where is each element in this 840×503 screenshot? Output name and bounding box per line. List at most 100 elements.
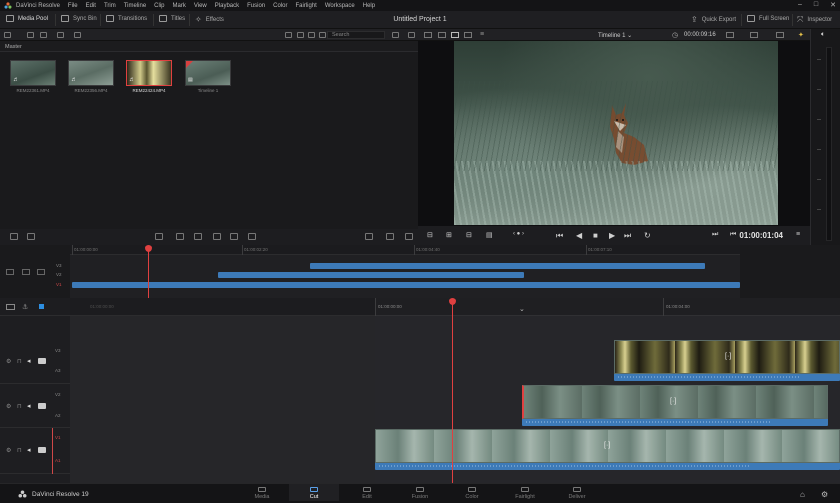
lock-icon[interactable]: ⚙ [6,403,11,410]
timeline-before-area[interactable]: 01:00:00:00 [70,298,375,483]
smart-insert-icon[interactable]: ⊞ [446,231,452,239]
menu-mark[interactable]: Mark [173,3,186,9]
transitions-button[interactable]: Transitions [106,15,147,22]
page-deliver[interactable]: Deliver [552,487,602,500]
menu-color[interactable]: Color [273,3,287,9]
mark-in-icon[interactable]: ⏭ [712,231,718,239]
page-edit[interactable]: Edit [342,487,392,500]
menu-app-name[interactable]: DaVinci Resolve [16,3,60,9]
inspector-button[interactable]: ⤧ Inspector [797,15,832,25]
close-button[interactable]: ✕ [830,1,836,9]
append-icon[interactable]: ⊟ [466,231,472,239]
overview-playhead[interactable] [148,250,149,298]
import-icon[interactable] [27,32,34,38]
zoom-full-icon[interactable] [6,269,14,275]
sort-icon[interactable] [319,32,326,38]
menu-clip[interactable]: Clip [154,3,164,9]
video-clip-v1[interactable]: [·] [375,429,840,463]
menu-help[interactable]: Help [363,3,375,9]
zoom-icon[interactable] [776,32,784,38]
tools-icon[interactable]: ⊟ [427,231,433,239]
quick-export-button[interactable]: ⇪ Quick Export [691,15,736,24]
video-clip-v3[interactable]: [·] [614,340,840,374]
stop-icon[interactable]: ■ [593,231,598,240]
timeline[interactable]: 01:00:00:00 01:00:04:00 ⌄ [·] [·] [·] [375,298,840,483]
page-media[interactable]: Media [237,487,287,500]
timeline-selector[interactable]: Timeline 1 ⌄ [598,32,632,39]
overview-timeline[interactable]: 01:00:00:00 01:00:02:20 01:00:04:40 01:0… [70,245,740,298]
scissors-icon[interactable] [10,233,18,240]
sync-bin-button[interactable]: Sync Bin [61,15,97,22]
list-view-icon[interactable] [308,32,315,38]
menu-trim[interactable]: Trim [104,3,116,9]
flag-icon[interactable] [386,233,394,240]
jog-wheel-icon[interactable]: ‹ ● › [513,231,524,237]
home-icon[interactable]: ⌂ [800,490,805,499]
bin-list-icon[interactable] [4,32,11,38]
video-enable-icon[interactable] [38,358,46,364]
timeline-item[interactable]: ▤ Timeline 1 [185,60,231,93]
transform-icon[interactable] [750,32,758,38]
volume-icon[interactable]: 🔈︎ [821,31,825,39]
pool-options-icon[interactable] [408,32,415,38]
split-view-icon[interactable] [464,32,472,38]
smart-insert-tool-icon[interactable] [155,233,163,240]
page-cut[interactable]: Cut [289,484,339,501]
media-pool-button[interactable]: Media Pool [6,15,48,22]
effects-button[interactable]: ✧ Effects [195,15,224,24]
clip-item[interactable]: ♬ REM22356.MP4 [68,60,114,93]
video-clip-v2[interactable]: [·] [522,385,828,419]
page-color[interactable]: Color [447,487,497,500]
overview-clip-v3[interactable] [310,263,705,269]
lock-icon[interactable]: ⚙ [6,447,11,454]
options-icon[interactable]: ≡ [796,231,800,238]
menu-timeline[interactable]: Timeline [124,3,146,9]
timeline-view-icon[interactable] [451,32,459,38]
clip-item[interactable]: ♬ REM22361.MP4 [10,60,56,93]
bin-header[interactable]: Master [0,41,418,52]
gear-icon[interactable]: ⚙ [821,490,828,499]
audio-clip-a1[interactable] [375,463,840,470]
play-icon[interactable]: ▶ [609,231,615,240]
menu-workspace[interactable]: Workspace [325,3,355,9]
chevron-down-icon[interactable]: ⌄ [519,305,525,313]
menu-file[interactable]: File [68,3,78,9]
audio-mixer-icon[interactable] [27,233,35,240]
menu-view[interactable]: View [194,3,207,9]
full-screen-button[interactable]: Full Screen [747,15,789,22]
padlock-icon[interactable]: ⊓ [17,447,22,454]
page-fairlight[interactable]: Fairlight [500,487,550,500]
close-up-icon[interactable] [213,233,221,240]
page-fusion[interactable]: Fusion [395,487,445,500]
place-on-top-icon[interactable]: ▤ [486,231,493,239]
marker-icon[interactable] [365,233,373,240]
filter-icon[interactable] [392,32,399,38]
menu-fairlight[interactable]: Fairlight [295,3,316,9]
loop-icon[interactable]: ↻ [644,231,651,240]
viewer[interactable] [418,41,810,226]
sync-icon[interactable] [57,32,64,38]
safe-area-icon[interactable] [726,32,734,38]
timeline-options-icon[interactable] [6,304,15,310]
strip-view-icon[interactable] [297,32,304,38]
menu-fusion[interactable]: Fusion [247,3,265,9]
titles-button[interactable]: Titles [159,15,185,22]
lock-icon[interactable]: ⚙ [6,358,11,365]
padlock-icon[interactable]: ⊓ [17,358,22,365]
video-enable-icon[interactable] [38,403,46,409]
zoom-detail-icon[interactable] [22,269,30,275]
place-on-top-tool-icon[interactable] [230,233,238,240]
snap-indicator-icon[interactable] [39,304,44,309]
source-tape-icon[interactable] [424,32,432,38]
metadata-icon[interactable] [74,32,81,38]
search-input[interactable]: Search [327,31,385,39]
audio-clip-a2[interactable] [522,419,828,426]
menu-icon[interactable]: ≡ [480,31,484,38]
audio-clip-a3[interactable] [614,374,840,381]
mark-out-icon[interactable]: ⏮ [730,231,736,239]
go-to-end-icon[interactable]: ⏭ [624,231,631,241]
audio-scrub-icon[interactable]: ⚓︎ [22,303,28,311]
playhead[interactable] [452,302,453,483]
mute-icon[interactable]: ◂ [27,357,31,365]
video-enable-icon[interactable] [38,447,46,453]
